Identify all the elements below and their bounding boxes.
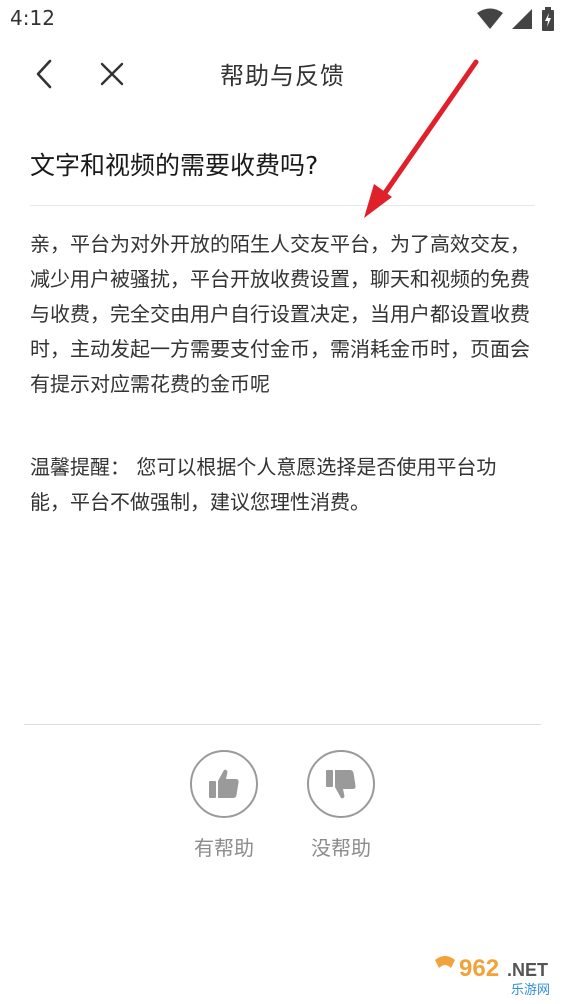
question-title: 文字和视频的需要收费吗?: [30, 151, 319, 180]
watermark-brand: 962: [459, 955, 499, 982]
answer-text: 亲，平台为对外开放的陌生人交友平台，为了高效交友，减少用户被骚扰，平台开放收费设…: [30, 232, 530, 396]
page-title: 帮助与反馈: [220, 62, 345, 90]
signal-icon: [512, 9, 532, 29]
wifi-icon: [477, 8, 503, 29]
header: 帮助与反馈: [0, 44, 565, 104]
not-helpful-circle: [307, 750, 375, 818]
divider: [24, 724, 541, 725]
status-time: 4:12: [10, 6, 55, 30]
status-icons: [477, 7, 555, 31]
not-helpful-label: 没帮助: [311, 836, 371, 860]
status-bar: 4:12: [0, 0, 565, 40]
battery-icon: [542, 7, 554, 31]
helpful-circle: [190, 750, 258, 818]
watermark-tagline: 乐游网: [511, 983, 550, 998]
not-helpful-button[interactable]: 没帮助: [291, 750, 391, 861]
watermark-logo: 962 .NET 乐游网: [425, 948, 561, 1000]
watermark-logo-icon: 962 .NET 乐游网: [425, 948, 561, 1000]
thumbs-down-icon: [326, 770, 356, 799]
watermark-suffix: .NET: [507, 960, 548, 980]
reminder-text: 温馨提醒： 您可以根据个人意愿选择是否使用平台功能，平台不做强制，建议您理性消费…: [30, 455, 497, 514]
thumbs-up-icon: [209, 769, 239, 798]
helpful-label: 有帮助: [194, 836, 254, 860]
divider: [30, 205, 535, 206]
helpful-button[interactable]: 有帮助: [174, 750, 274, 861]
